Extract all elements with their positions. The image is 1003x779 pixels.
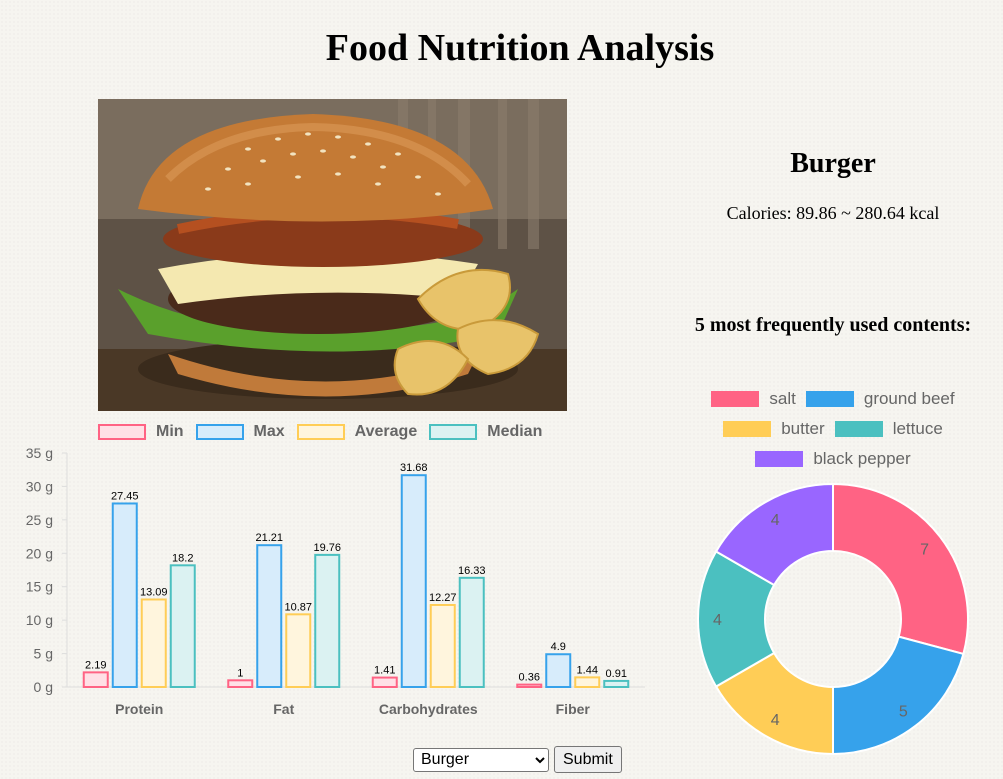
data-label: 21.21 [255,532,283,544]
data-label: 1.44 [577,664,598,676]
page-title: Food Nutrition Analysis [325,27,715,69]
legend-label-min: Min [156,423,184,440]
slice-value-label: 4 [771,712,780,729]
data-label: 0.91 [606,668,627,680]
slice-value-label: 4 [713,612,722,629]
submit-button[interactable]: Submit [554,746,622,773]
legend-label-lettuce: lettuce [892,419,943,438]
bar-average-fiber[interactable] [574,676,601,689]
legend-label-max: Max [253,423,285,440]
x-tick-label: Carbohydrates [379,701,478,717]
legend-swatch-max [195,424,244,440]
legend-label-median: Median [487,423,543,440]
y-tick-label: 5 g [34,646,53,662]
calories-range: Calories: 89.86 ~ 280.64 kcal [726,203,940,223]
bar-min-fiber[interactable] [516,683,543,688]
ingredients-doughnut-chart: 7 5 4 4 4 [697,483,969,755]
legend-swatch-median [429,424,478,440]
legend-label-black-pepper: black pepper [813,449,911,468]
y-tick-label: 0 g [34,679,53,695]
data-label: 4.9 [551,641,566,653]
legend-item-black-pepper[interactable]: black pepper [755,449,911,469]
data-label: 31.68 [400,462,428,474]
data-label: 0.36 [519,672,540,684]
bar-min-fat[interactable] [227,679,254,688]
legend-item-salt[interactable]: salt [711,389,796,409]
data-label: 1.41 [374,665,395,677]
food-select[interactable]: Burger [413,747,549,772]
bar-average-fat[interactable] [285,613,312,688]
legend-swatch-black-pepper [755,451,804,467]
data-label: 19.76 [313,542,341,554]
nutrition-bar-chart: 0 g 5 g 10 g 15 g 20 g 25 g 30 g 35 g 2.19 27.45 1… [26,445,645,717]
y-tick-label: 10 g [26,612,53,628]
x-tick-label: Fat [273,701,294,717]
legend-swatch-average [296,424,345,440]
legend-label-salt: salt [769,389,796,408]
slice-salt[interactable] [832,483,969,656]
legend-label-ground-beef: ground beef [863,389,955,408]
legend-swatch-salt [711,391,760,407]
y-tick-label: 20 g [26,545,53,561]
bar-max-carbohydrates[interactable] [400,474,427,688]
bar-average-protein[interactable] [140,598,167,688]
bar-average-carbohydrates[interactable] [429,603,456,688]
legend-item-ground-beef[interactable]: ground beef [805,389,955,409]
legend-swatch-min [98,424,146,440]
y-tick-label: 15 g [26,579,53,595]
y-tick-label: 35 g [26,445,53,461]
food-name: Burger [790,148,876,179]
legend-item-lettuce[interactable]: lettuce [834,419,943,439]
bar-median-fiber[interactable] [603,679,630,689]
pie-chart-legend: salt ground beef butter lettuce black pe… [680,388,986,478]
bar-min-protein[interactable] [82,671,109,689]
frequent-contents-title: 5 most frequently used contents: [694,314,972,336]
bar-min-carbohydrates[interactable] [371,676,398,688]
bar-median-fat[interactable] [314,553,341,688]
data-label: 13.09 [140,586,168,598]
slice-ground-beef[interactable] [832,635,965,755]
legend-label-butter: butter [781,419,825,438]
y-tick-label: 25 g [26,512,53,528]
legend-item-max[interactable]: Max [195,423,285,441]
legend-swatch-lettuce [834,421,883,437]
bar-max-fat[interactable] [256,544,283,688]
legend-item-min[interactable]: Min [98,423,184,441]
data-label: 16.33 [458,565,486,577]
burger-photo [98,99,567,411]
data-label: 27.45 [111,490,139,502]
legend-swatch-butter [723,421,772,437]
x-tick-label: Fiber [556,701,591,717]
data-label: 10.87 [284,601,312,613]
data-label: 2.19 [85,659,106,671]
food-selector-controls: Burger Submit [413,746,622,773]
bar-median-carbohydrates[interactable] [458,576,485,688]
x-tick-label: Protein [115,701,163,717]
legend-label-average: Average [354,423,418,440]
legend-item-butter[interactable]: butter [723,419,825,439]
slice-value-label: 7 [920,542,929,559]
legend-swatch-ground-beef [805,391,854,407]
slice-value-label: 4 [771,512,780,529]
legend-item-average[interactable]: Average [296,423,418,441]
data-label: 1 [237,667,243,679]
bar-max-fiber[interactable] [545,653,572,689]
bar-max-protein[interactable] [111,502,138,688]
legend-item-median[interactable]: Median [429,423,542,441]
slice-value-label: 5 [899,704,908,721]
data-label: 18.2 [172,552,193,564]
data-label: 12.27 [429,592,457,604]
bar-median-protein[interactable] [169,564,196,688]
y-tick-label: 30 g [26,478,53,494]
